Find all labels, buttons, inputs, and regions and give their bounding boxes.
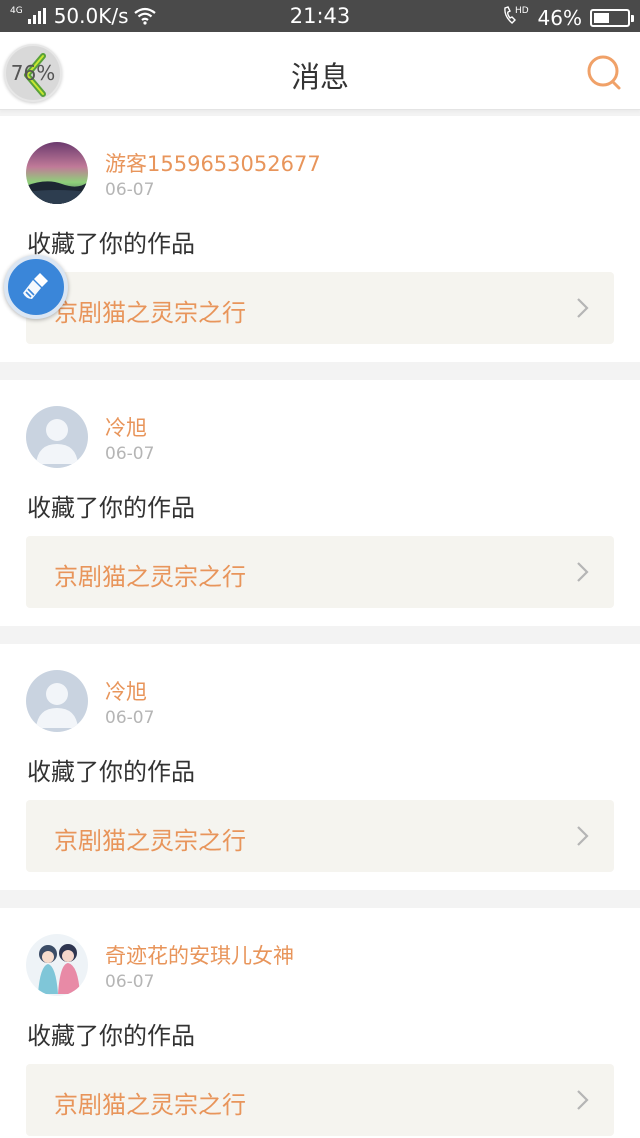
default-person-avatar bbox=[26, 670, 88, 732]
work-title: 京剧猫之灵宗之行 bbox=[54, 1091, 246, 1119]
battery-icon bbox=[590, 8, 634, 27]
hd-badge: HD bbox=[515, 6, 529, 16]
aurora-landscape-avatar bbox=[26, 142, 88, 204]
chevron-right-icon bbox=[577, 1090, 589, 1110]
message-item: 奇迹花的安琪儿女神 06-07 收藏了你的作品 京剧猫之灵宗之行 bbox=[0, 908, 640, 1138]
username[interactable]: 冷旭 bbox=[105, 676, 147, 706]
action-text: 收藏了你的作品 bbox=[27, 1022, 195, 1050]
message-item: 冷旭 06-07 收藏了你的作品 京剧猫之灵宗之行 bbox=[0, 644, 640, 890]
message-list: 游客1559653052677 06-07 收藏了你的作品 京剧猫之灵宗之行 冷… bbox=[0, 116, 640, 1138]
work-link[interactable]: 京剧猫之灵宗之行 bbox=[26, 800, 614, 872]
action-text: 收藏了你的作品 bbox=[27, 494, 195, 522]
work-link[interactable]: 京剧猫之灵宗之行 bbox=[26, 272, 614, 344]
floating-clean-button[interactable] bbox=[4, 255, 68, 319]
work-link[interactable]: 京剧猫之灵宗之行 bbox=[26, 1064, 614, 1136]
message-item: 游客1559653052677 06-07 收藏了你的作品 京剧猫之灵宗之行 bbox=[0, 116, 640, 362]
message-date: 06-07 bbox=[105, 708, 155, 728]
message-item: 冷旭 06-07 收藏了你的作品 京剧猫之灵宗之行 bbox=[0, 380, 640, 626]
avatar[interactable] bbox=[26, 934, 88, 996]
broom-icon bbox=[23, 273, 48, 299]
avatar[interactable] bbox=[26, 142, 88, 204]
search-button[interactable] bbox=[584, 52, 624, 92]
status-bar: 4G 50.0K/s 21:43 HD 46% bbox=[0, 0, 640, 32]
username[interactable]: 奇迹花的安琪儿女神 bbox=[105, 940, 294, 970]
message-date: 06-07 bbox=[105, 444, 155, 464]
status-right: HD 46% bbox=[502, 4, 634, 31]
username[interactable]: 冷旭 bbox=[105, 412, 147, 442]
search-icon bbox=[587, 55, 621, 90]
action-text: 收藏了你的作品 bbox=[27, 758, 195, 786]
work-link[interactable]: 京剧猫之灵宗之行 bbox=[26, 536, 614, 608]
page-title: 消息 bbox=[290, 60, 349, 94]
battery-fill bbox=[594, 12, 609, 23]
action-text: 收藏了你的作品 bbox=[27, 230, 195, 258]
default-person-avatar bbox=[26, 406, 88, 468]
battery-percent: 46% bbox=[537, 5, 582, 30]
chevron-right-icon bbox=[577, 562, 589, 582]
work-title: 京剧猫之灵宗之行 bbox=[54, 563, 246, 591]
avatar[interactable] bbox=[26, 670, 88, 732]
work-title: 京剧猫之灵宗之行 bbox=[54, 299, 246, 327]
chevron-right-icon bbox=[577, 298, 589, 318]
chevron-right-icon bbox=[577, 826, 589, 846]
work-title: 京剧猫之灵宗之行 bbox=[54, 827, 246, 855]
message-date: 06-07 bbox=[105, 180, 155, 200]
avatar[interactable] bbox=[26, 406, 88, 468]
anime-characters-avatar bbox=[26, 934, 88, 996]
message-date: 06-07 bbox=[105, 972, 155, 992]
hd-call-icon: HD bbox=[502, 4, 530, 31]
header: 76% 消息 bbox=[0, 32, 640, 110]
username[interactable]: 游客1559653052677 bbox=[105, 148, 321, 178]
